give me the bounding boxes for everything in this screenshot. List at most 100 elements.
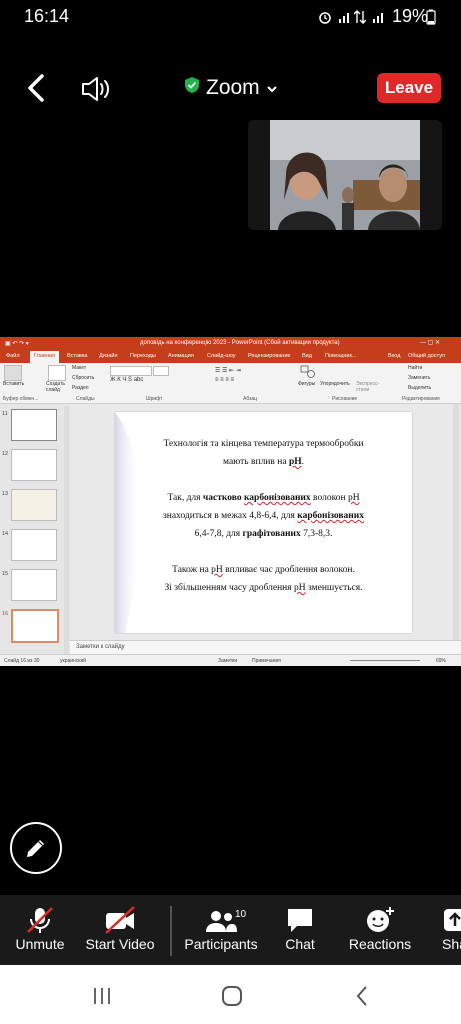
tab-transitions[interactable]: Переходы: [130, 353, 156, 359]
chat-button[interactable]: Chat: [276, 895, 324, 965]
select-button[interactable]: Выделить: [408, 385, 431, 391]
meeting-title-dropdown[interactable]: Zoom: [184, 76, 278, 100]
font-format-icons[interactable]: Ж К Ч S abc: [110, 377, 143, 383]
back-icon[interactable]: [22, 70, 52, 106]
group-editing: Редактирование: [402, 396, 441, 402]
replace-button[interactable]: Заменить: [408, 375, 430, 381]
share-button[interactable]: Sha: [438, 895, 461, 965]
chevron-down-icon: [266, 76, 278, 100]
reset-button[interactable]: Сбросить: [72, 375, 94, 381]
meeting-toolbar: Unmute Start Video 10 Participants Chat …: [0, 895, 461, 965]
slide-thumbnail[interactable]: [11, 449, 57, 481]
thumb-number: 11: [2, 411, 8, 417]
participants-count: 10: [235, 909, 247, 920]
slide-counter: Слайд 16 из 30: [4, 658, 40, 664]
quick-styles-button[interactable]: Экспресс-стили: [356, 381, 379, 393]
slide-thumbnail[interactable]: [11, 409, 57, 441]
system-navigation-bar: [0, 965, 461, 1024]
signal-icon-2: [372, 10, 386, 27]
ppt-ribbon: Вставить Создать слайд Макет Сбросить Ра…: [0, 363, 461, 404]
video-off-icon: [104, 905, 136, 940]
shapes-icon[interactable]: [300, 365, 316, 379]
thumbnails-scrollbar[interactable]: [64, 406, 69, 656]
tab-design[interactable]: Дизайн: [99, 353, 118, 359]
font-size-select[interactable]: [153, 366, 169, 376]
share-screen-icon: [442, 907, 461, 938]
battery-percentage: 19%: [392, 6, 429, 26]
tab-review[interactable]: Рецензирование: [248, 353, 290, 359]
notes-toggle[interactable]: Заметки: [218, 658, 237, 664]
participant-video-thumbnail[interactable]: [248, 120, 442, 230]
canvas-scrollbar[interactable]: [453, 404, 459, 640]
start-video-button[interactable]: Start Video: [82, 895, 158, 965]
slide-thumbnail-selected[interactable]: [11, 609, 59, 643]
zoom-level: 69%: [436, 658, 447, 664]
paragraph-align-icons[interactable]: ≡ ≡ ≡ ≡: [215, 377, 234, 383]
notes-label: Заметки к слайду: [76, 644, 125, 650]
paste-icon[interactable]: [4, 365, 22, 381]
current-slide: Технологія та кінцева температура термоо…: [115, 412, 412, 633]
thumb-number: 14: [2, 531, 9, 537]
data-transfer-icon: [353, 10, 367, 27]
speaker-icon[interactable]: [80, 74, 112, 104]
reactions-button[interactable]: Reactions: [346, 895, 414, 965]
slide-line-6: Також на рН впливає час дроблення волоко…: [172, 565, 355, 575]
slide-thumbnail[interactable]: [11, 529, 57, 561]
tab-insert[interactable]: Вставка: [67, 353, 87, 359]
slide-line-3: Так, для частково карбонізованих волокон…: [167, 493, 360, 503]
paragraph-list-icons[interactable]: ☰ ☰ ⇤ ⇥: [215, 367, 241, 374]
annotate-button[interactable]: [10, 822, 62, 874]
tab-slideshow[interactable]: Слайд-шоу: [207, 353, 236, 359]
slide-thumbnail[interactable]: [11, 489, 57, 521]
home-icon[interactable]: [221, 985, 243, 1012]
thumb-number: 16: [2, 611, 9, 617]
tab-tell-me[interactable]: Помощник...: [325, 353, 356, 359]
group-drawing: Рисование: [332, 396, 358, 402]
ppt-ribbon-tabs: Файл Главная Вставка Дизайн Переходы Ани…: [0, 351, 461, 365]
slide-thumbnail[interactable]: [11, 569, 57, 601]
comments-toggle[interactable]: Примечания: [252, 658, 281, 664]
ppt-title-bar: ▣ ↶ ↷ ▾ доповідь на конференцію 2023 - P…: [0, 337, 461, 351]
unmute-button[interactable]: Unmute: [6, 895, 74, 965]
slide-thumbnails-pane[interactable]: 11 12 13 14 15 16: [0, 404, 70, 659]
thumb-number: 12: [2, 451, 9, 457]
tab-view[interactable]: Вид: [302, 353, 312, 359]
participants-icon: [204, 905, 238, 940]
smiley-plus-icon: [364, 905, 396, 940]
notes-pane[interactable]: Заметки к слайду: [70, 640, 461, 655]
participants-button[interactable]: 10 Participants: [183, 895, 259, 965]
group-paragraph: Абзац: [243, 396, 258, 402]
shapes-button[interactable]: Фигуры: [298, 381, 315, 387]
new-slide-button[interactable]: Создать слайд: [46, 381, 70, 393]
clock: 16:14: [24, 6, 70, 26]
tab-animation[interactable]: Анимация: [168, 353, 194, 359]
paste-button[interactable]: Вставить: [3, 381, 24, 387]
recent-apps-icon[interactable]: [92, 987, 112, 1010]
slide-line-7: Зі збільшенням часу дроблення рН зменшує…: [164, 583, 363, 593]
status-bar: 16:14 19%: [0, 0, 461, 34]
ppt-status-bar: Слайд 16 из 30 украинский Заметки Примеч…: [0, 654, 461, 666]
thumb-number: 15: [2, 571, 9, 577]
new-slide-icon[interactable]: [48, 365, 66, 381]
chat-bubble-icon: [285, 905, 315, 940]
signal-icon: [338, 10, 352, 27]
tab-file[interactable]: Файл: [6, 353, 20, 359]
leave-button[interactable]: Leave: [377, 73, 441, 103]
slide-line-1: Технологія та кінцева температура термоо…: [163, 439, 364, 449]
back-nav-icon[interactable]: [354, 985, 370, 1012]
app-title: Zoom: [206, 76, 260, 99]
thumb-number: 13: [2, 491, 9, 497]
encryption-shield-icon: [184, 76, 200, 100]
section-button[interactable]: Раздел: [72, 385, 89, 391]
sign-in-link[interactable]: Вход: [388, 353, 400, 359]
battery-icon: [426, 9, 436, 30]
font-name-select[interactable]: [110, 366, 152, 376]
share-access-link[interactable]: Общий доступ: [408, 353, 445, 359]
slide-line-4: знаходиться в межах 4,8-6,4, для карбоні…: [163, 511, 364, 521]
layout-button[interactable]: Макет: [72, 365, 86, 371]
arrange-button[interactable]: Упорядочить: [320, 381, 350, 387]
find-button[interactable]: Найти: [408, 365, 422, 371]
slide-line-5: 6,4-7,8, для графітованих 7,3-8,3.: [194, 529, 333, 539]
alarm-icon: [318, 10, 332, 27]
zoom-slider[interactable]: [350, 660, 420, 661]
